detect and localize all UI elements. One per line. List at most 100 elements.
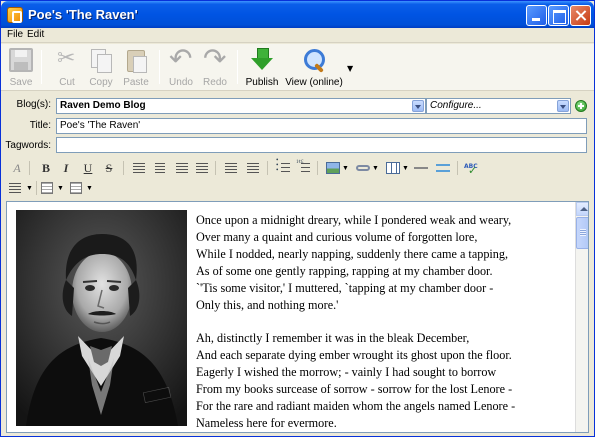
strikethrough-button[interactable]: S [101,160,117,176]
title-bar[interactable]: Poe's 'The Raven' [1,1,594,28]
window-title: Poe's 'The Raven' [28,7,138,22]
align-center-button[interactable] [152,160,168,176]
clipboard-icon [124,48,148,73]
toolbar-separator [237,50,238,84]
align-left-button[interactable] [131,160,147,176]
chevron-down-icon[interactable]: ▼ [57,180,64,196]
paste-button[interactable]: Paste [119,46,153,89]
undo-label: Undo [169,77,193,88]
format-separator [317,161,318,175]
main-toolbar: Save Cut Copy Paste Undo Redo Publish [1,42,594,91]
format-separator [457,161,458,175]
redo-arrow-icon [203,42,227,75]
numbered-list-button[interactable] [295,160,311,176]
view-online-button[interactable]: View (online) [285,46,343,89]
tagwords-input[interactable] [56,137,587,153]
undo-arrow-icon [169,42,193,75]
poe-portrait-image[interactable] [16,210,187,426]
horizontal-rule-button[interactable] [413,160,429,176]
justify-icon [196,163,208,173]
close-button[interactable] [570,5,591,26]
chevron-down-icon[interactable]: ▼ [26,180,33,196]
poem-line: Over many a quaint and curious volume of… [196,229,478,244]
minimize-button[interactable] [526,5,547,26]
clear-format-icon[interactable]: A [9,160,25,176]
scissors-icon [55,45,79,72]
publish-button[interactable]: Publish [243,46,281,89]
insert-link-button[interactable] [355,160,371,176]
insert-table-button[interactable] [385,160,401,176]
poem-text[interactable]: Once upon a midnight dreary, while I pon… [196,212,566,432]
redo-button[interactable]: Redo [199,42,231,89]
spell-check-button[interactable] [464,160,480,176]
toolbar-separator [159,50,160,84]
chevron-down-icon[interactable]: ▼ [86,180,93,196]
insert-image-button[interactable] [325,160,341,176]
formatting-toolbar: A B I U S ▼ ▼ ▼ ▼ ▼ ▼ [1,158,594,200]
italic-button[interactable]: I [58,160,74,176]
indent-button[interactable] [244,160,260,176]
poem-line: Nameless here for evermore. [196,415,337,430]
blog-select[interactable]: Raven Demo Blog [56,98,426,114]
chevron-down-icon[interactable] [412,100,424,112]
bold-button[interactable]: B [38,160,54,176]
app-logo-icon [7,7,23,23]
poem-line: And each separate dying ember wrought it… [196,348,512,363]
publish-arrow-icon [250,48,274,72]
poem-line: For the rare and radiant maiden whom the… [196,398,516,413]
poem-line: While I nodded, nearly napping, suddenly… [196,246,509,261]
chevron-down-icon[interactable]: ▼ [372,160,379,176]
chevron-down-icon[interactable] [557,100,569,112]
copy-button[interactable]: Copy [85,46,117,89]
poem-line: Eagerly I wished the morrow; - vainly I … [196,365,497,380]
stanza-break [196,313,566,330]
copy-label: Copy [89,77,113,88]
format-separator [29,161,30,175]
menu-edit[interactable]: Edit [27,29,44,40]
title-label: Title: [29,120,51,131]
paragraph-style-button[interactable] [7,180,23,196]
menu-file-label: File [7,29,24,40]
configure-select[interactable]: Configure... [426,98,571,114]
text-box-button[interactable] [39,180,55,196]
align-center-icon [155,163,165,173]
editor-scrollbar[interactable] [575,202,588,432]
menu-bar: File Edit [1,28,594,43]
poem-line: From my books surcease of sorrow - sorro… [196,382,513,397]
chevron-down-icon[interactable]: ▼ [342,160,349,176]
title-input[interactable]: Poe's 'The Raven' [56,118,587,134]
save-button[interactable]: Save [5,46,37,89]
outdent-button[interactable] [223,160,239,176]
view-dropdown-chevron-icon[interactable]: ▼ [347,64,353,73]
underline-button[interactable]: U [80,160,96,176]
post-editor[interactable]: Once upon a midnight dreary, while I pon… [6,201,589,433]
horizontal-rule-icon [414,167,428,169]
menu-edit-label: Edit [27,29,45,40]
format-separator [215,161,216,175]
align-right-button[interactable] [173,160,189,176]
maximize-button[interactable] [548,5,569,26]
portrait-drawing [16,210,187,426]
undo-button[interactable]: Undo [165,42,197,89]
paste-label: Paste [123,77,149,88]
magnifier-icon [302,48,326,72]
justify-button[interactable] [194,160,210,176]
bullet-list-button[interactable] [275,160,291,176]
outdent-icon [225,163,237,173]
chevron-down-icon[interactable]: ▼ [402,160,409,176]
menu-file[interactable]: File [7,29,23,40]
blogs-label: Blog(s): [16,99,51,110]
indent-icon [247,163,259,173]
cut-button[interactable]: Cut [51,45,83,89]
text-frame-button[interactable] [68,180,84,196]
table-icon [386,162,400,174]
split-post-button[interactable] [435,160,451,176]
copy-icon [89,48,113,73]
publish-label: Publish [245,77,279,88]
scroll-up-icon[interactable] [576,202,588,216]
cut-label: Cut [59,77,75,88]
add-blog-icon[interactable] [575,100,587,112]
save-label: Save [9,77,33,88]
scrollbar-thumb[interactable] [576,217,588,249]
image-icon [326,162,340,174]
